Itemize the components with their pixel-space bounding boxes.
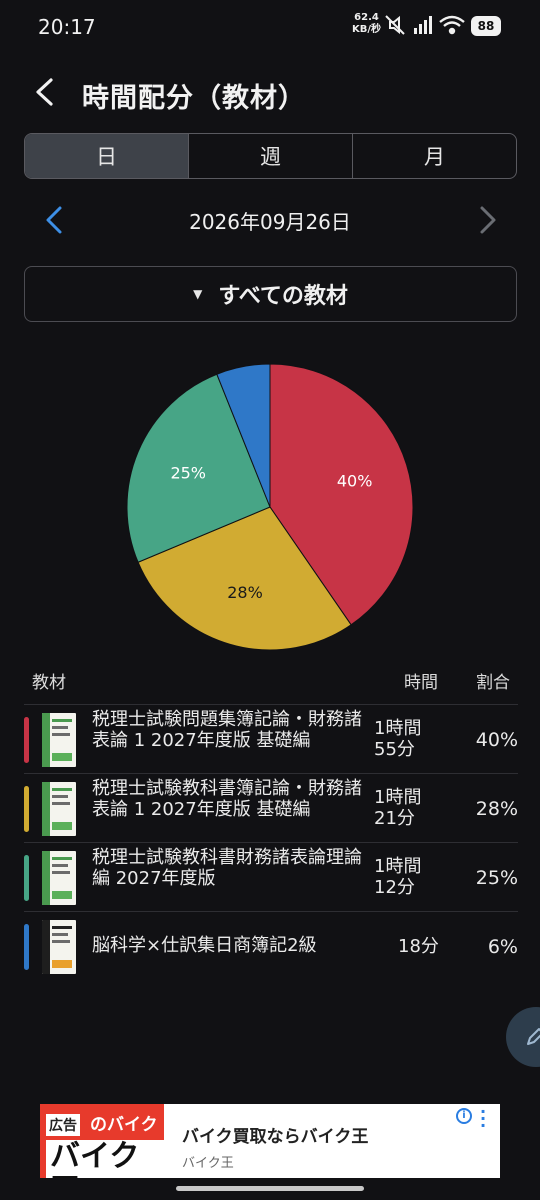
series-color-marker [24, 717, 29, 763]
status-icons [385, 15, 465, 35]
pie-slice-label-1: 28% [227, 583, 263, 602]
time-ratio: 25% [475, 867, 518, 889]
column-header-material: 教材 [32, 673, 66, 693]
chevron-right-icon [480, 206, 496, 234]
time-ratio: 28% [475, 798, 518, 820]
book-cover-thumbnail [42, 920, 76, 974]
study-time: 18分 [398, 936, 439, 957]
pie-slice-label-0: 40% [337, 472, 373, 491]
chevron-left-icon [36, 78, 53, 106]
pie-chart-svg: 40% 28% 25% [126, 363, 414, 651]
battery-indicator: 88 [471, 16, 501, 36]
material-filter-label: すべての教材 [218, 284, 348, 309]
network-speed-unit: KB/秒 [352, 24, 382, 35]
study-time: 1時間 55分 [374, 718, 422, 760]
study-time: 1時間 21分 [374, 787, 422, 829]
signal-icon [414, 16, 432, 34]
material-row[interactable]: 脳科学×仕訳集日商簿記2級 18分 6% [24, 911, 518, 980]
material-name: 税理士試験問題集簿記論・財務諸表論 1 2027年度版 基礎編 [92, 709, 362, 751]
material-row[interactable]: 税理士試験教科書財務諸表論理論編 2027年度版 1時間 12分 25% [24, 842, 518, 911]
next-date-button[interactable] [470, 202, 506, 238]
ad-image-text: のバイク [90, 1115, 158, 1135]
status-bar: 20:17 62.4 KB/秒 88 [0, 0, 540, 56]
material-list: 税理士試験問題集簿記論・財務諸表論 1 2027年度版 基礎編 1時間 55分 … [24, 704, 518, 980]
column-header-time: 時間 [404, 673, 438, 693]
material-name: 税理士試験教科書財務諸表論理論編 2027年度版 [92, 847, 362, 889]
network-speed-value: 62.4 [354, 12, 379, 23]
pencil-icon [527, 1028, 540, 1045]
ad-advertiser: バイク王 [182, 1156, 234, 1171]
ad-image: 広告 のバイク バイク王 [40, 1104, 164, 1178]
status-time: 20:17 [38, 15, 96, 39]
material-name: 脳科学×仕訳集日商簿記2級 [92, 935, 317, 956]
time-distribution-pie-chart: 40% 28% 25% [110, 347, 430, 667]
book-cover-thumbnail [42, 782, 76, 836]
pie-slice-label-2: 25% [170, 464, 206, 483]
series-color-marker [24, 924, 29, 970]
mute-icon [385, 15, 405, 35]
material-row[interactable]: 税理士試験問題集簿記論・財務諸表論 1 2027年度版 基礎編 1時間 55分 … [24, 704, 518, 773]
ad-title: バイク買取ならバイク王 [182, 1127, 369, 1147]
ad-badge: 広告 [46, 1114, 80, 1136]
back-button[interactable] [28, 76, 60, 108]
network-speed: 62.4 KB/秒 [352, 12, 381, 36]
table-header: 教材 時間 割合 [0, 664, 540, 696]
ad-menu-icon[interactable]: · · · [480, 1104, 486, 1134]
page-title: 時間配分（教材） [82, 83, 306, 114]
ad-info-icon[interactable]: i [456, 1108, 472, 1124]
caret-down-icon: ▼ [193, 287, 203, 301]
book-cover-thumbnail [42, 713, 76, 767]
tab-day[interactable]: 日 [25, 134, 189, 178]
column-header-ratio: 割合 [476, 673, 510, 693]
time-ratio: 40% [475, 729, 518, 751]
ad-image-logo: バイク王 [46, 1140, 164, 1178]
period-tabs: 日 週 月 [24, 133, 517, 179]
tab-week[interactable]: 週 [189, 134, 353, 178]
book-cover-thumbnail [42, 851, 76, 905]
time-ratio: 6% [487, 936, 518, 958]
edit-fab-button[interactable] [506, 1007, 540, 1067]
material-name: 税理士試験教科書簿記論・財務諸表論 1 2027年度版 基礎編 [92, 778, 362, 820]
app-header: 時間配分（教材） [0, 62, 540, 122]
series-color-marker [24, 855, 29, 901]
material-filter-dropdown[interactable]: ▼ すべての教材 [24, 266, 517, 322]
current-date: 2026年09月26日 [189, 210, 351, 234]
study-time: 1時間 12分 [374, 856, 422, 898]
wifi-icon [439, 15, 465, 35]
series-color-marker [24, 786, 29, 832]
advertisement-banner[interactable]: 広告 のバイク バイク王 バイク買取ならバイク王 バイク王 i ··· [40, 1104, 500, 1178]
home-indicator [176, 1186, 364, 1191]
tab-month[interactable]: 月 [353, 134, 516, 178]
date-navigation: 2026年09月26日 [0, 196, 540, 244]
material-row[interactable]: 税理士試験教科書簿記論・財務諸表論 1 2027年度版 基礎編 1時間 21分 … [24, 773, 518, 842]
